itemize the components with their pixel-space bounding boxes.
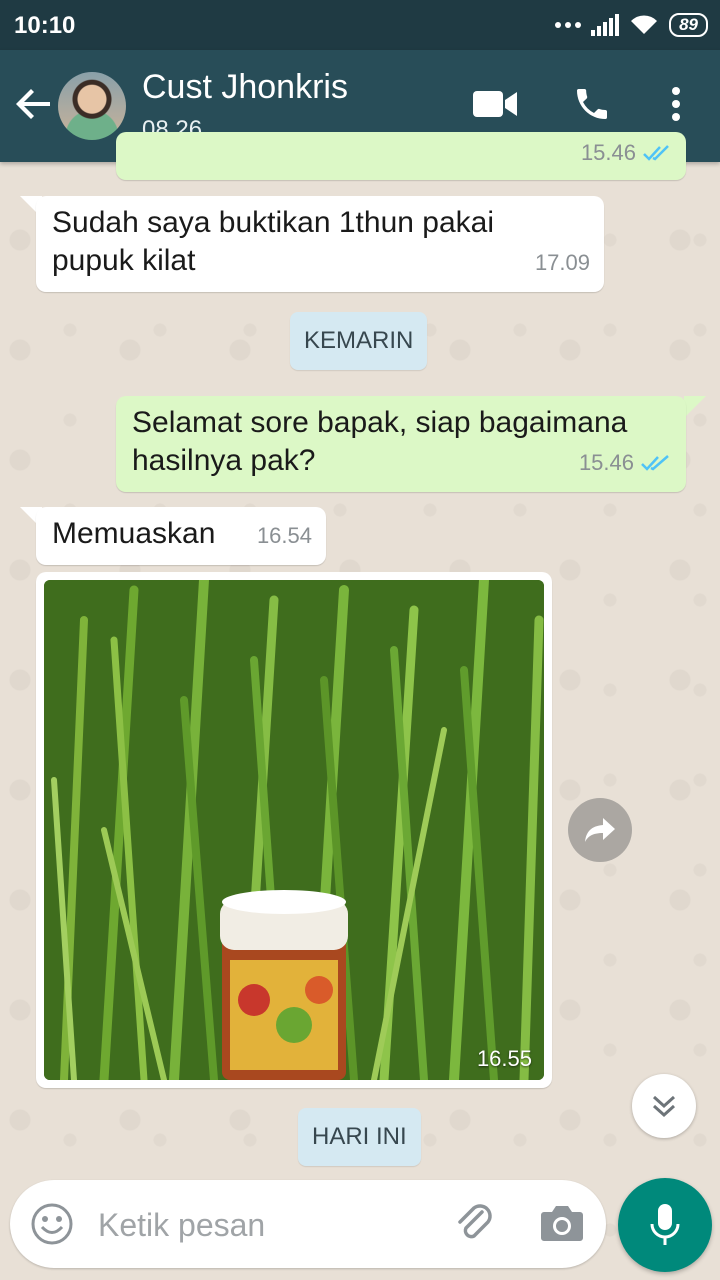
message-time: 17.09 [534,250,590,275]
contact-name[interactable]: Cust Jhonkris [142,68,348,107]
forward-icon[interactable] [568,798,632,862]
chevron-double-down-icon[interactable] [632,1074,696,1138]
message-composer [10,1180,606,1268]
attach-icon[interactable] [452,1202,498,1253]
back-arrow-icon[interactable] [14,84,54,124]
message-list[interactable]: 15.46 Sudah saya buktikan 1thun pakai pu… [0,132,720,1172]
date-divider: HARI INI [298,1108,421,1166]
message-text: Memuaskan [52,517,216,550]
message-bubble-incoming[interactable]: Memuaskan 16.54 [36,507,326,565]
signal-icon [591,14,620,36]
message-time: 16.54 [256,523,312,548]
mic-icon[interactable] [618,1178,712,1272]
status-icons: 89 [555,12,708,38]
status-bar: 10:10 89 [0,0,720,50]
photo-shallots-with-fertilizer-jar[interactable]: 16.55 [44,580,544,1080]
status-time: 10:10 [14,12,76,39]
image-message[interactable]: 16.55 [36,572,552,1088]
camera-icon[interactable] [540,1204,584,1247]
message-time: 15.46 [580,140,636,165]
message-bubble-outgoing[interactable]: Selamat sore bapak, siap bagaimana hasil… [116,396,686,492]
message-bubble-outgoing[interactable]: 15.46 [116,132,686,180]
video-call-icon[interactable] [472,80,520,128]
message-meta: 16.54 [257,517,312,555]
emoji-icon[interactable] [30,1202,74,1251]
fertilizer-jar [220,890,348,1080]
bubble-tail [684,396,706,418]
image-time: 16.55 [476,1046,532,1071]
message-time: 15.46 [578,450,634,475]
message-bubble-incoming[interactable]: Sudah saya buktikan 1thun pakai pupuk ki… [36,196,604,292]
photo-content [44,580,544,1080]
wifi-icon [631,15,658,34]
double-check-icon [643,145,669,161]
message-text: Sudah saya buktikan 1thun pakai pupuk ki… [52,206,494,277]
message-meta: 17.09 [535,244,590,282]
more-vert-icon[interactable] [652,80,700,128]
date-divider: KEMARIN [290,312,428,370]
double-check-icon [641,455,669,471]
avatar[interactable] [58,72,126,140]
message-input[interactable] [96,1198,430,1252]
message-meta: 15.46 [581,134,672,172]
phone-icon[interactable] [568,80,616,128]
more-dots-icon [555,22,582,28]
message-meta: 15.46 [579,444,672,482]
battery-icon: 89 [669,13,708,37]
